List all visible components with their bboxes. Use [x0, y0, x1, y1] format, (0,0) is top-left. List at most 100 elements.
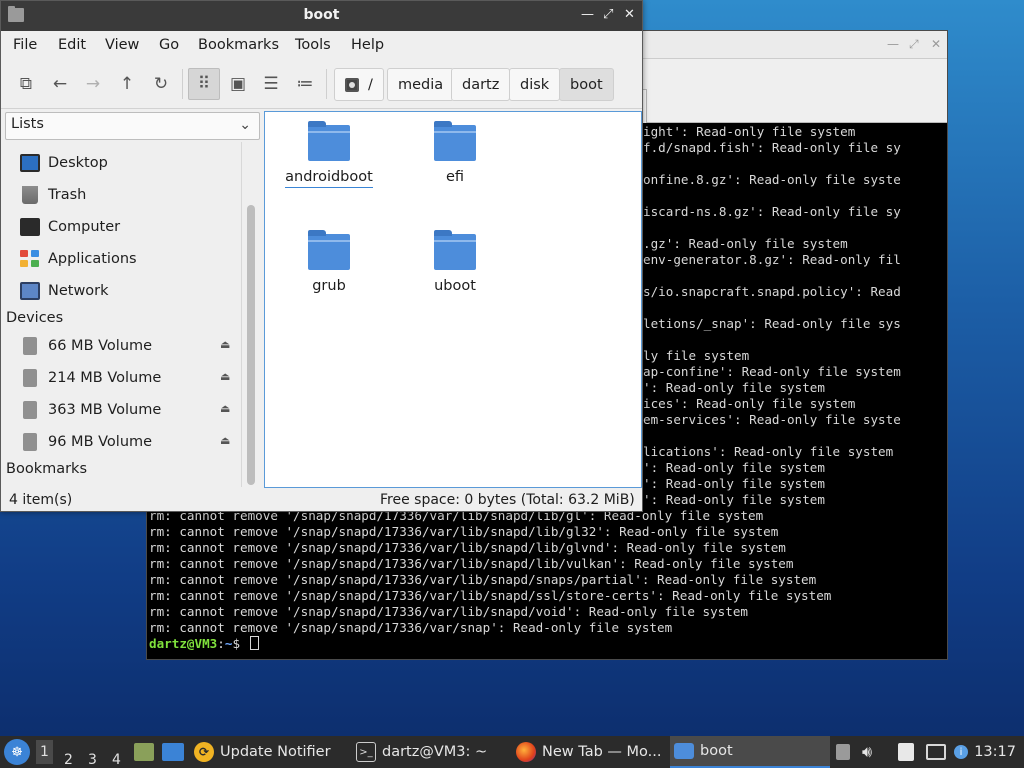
detailed-list-view-icon[interactable]: ≔	[289, 68, 321, 100]
terminal-line: ': Read-only file system	[643, 476, 825, 491]
minimize-icon[interactable]: —	[581, 7, 594, 23]
close-icon[interactable]: ✕	[624, 7, 635, 23]
terminal-line: iscard-ns.8.gz': Read-only file sy	[643, 204, 901, 219]
forward-arrow-icon[interactable]: →	[77, 68, 109, 100]
sidebar-item-trash[interactable]: Trash	[1, 180, 239, 210]
menu-go[interactable]: Go	[159, 37, 179, 53]
sidebar-item-label: Desktop	[48, 155, 108, 171]
file-manager-window[interactable]: boot — ⤢ ✕ File Edit View Go Bookmarks T…	[0, 0, 643, 512]
file-label: efi	[400, 169, 510, 185]
tray-volume[interactable]: 🔊︎	[862, 736, 872, 768]
tray-updates[interactable]	[836, 736, 850, 768]
toolbar-separator	[326, 69, 327, 99]
sidebar-mode-value: Lists	[11, 116, 44, 132]
file-name: grub	[312, 278, 346, 294]
reload-icon[interactable]: ↻	[145, 68, 177, 100]
tray-clipboard[interactable]	[898, 736, 914, 768]
new-tab-icon[interactable]: ⧉	[10, 68, 42, 100]
breadcrumb-root[interactable]: /	[334, 68, 384, 101]
toolbar-separator	[182, 69, 183, 99]
drive-icon	[23, 337, 37, 355]
back-arrow-icon[interactable]: ←	[44, 68, 76, 100]
compact-view-icon[interactable]: ☰	[255, 68, 287, 100]
terminal-line: ly file system	[643, 348, 750, 363]
breadcrumb-media[interactable]: media	[387, 68, 455, 101]
sidebar-item-network[interactable]: Network	[1, 276, 239, 306]
terminal-line: rm: cannot remove '/snap/snapd/17336/var…	[149, 604, 748, 619]
eject-icon[interactable]: ⏏	[220, 370, 230, 383]
workspace-4[interactable]: 4	[112, 744, 121, 768]
eject-icon[interactable]: ⏏	[220, 338, 230, 351]
task-firefox[interactable]: New Tab — Mo...	[512, 736, 669, 768]
menu-bookmarks[interactable]: Bookmarks	[198, 37, 279, 53]
sidebar-item-label: Network	[48, 283, 109, 299]
sidebar-header-devices: Devices	[6, 310, 64, 326]
terminal-cursor	[249, 636, 259, 650]
up-arrow-icon[interactable]: ↑	[111, 68, 143, 100]
clock[interactable]: 13:17	[974, 736, 1016, 768]
task-file-manager[interactable]: boot	[670, 736, 830, 768]
terminal-icon: >_	[356, 742, 376, 762]
eject-icon[interactable]: ⏏	[220, 434, 230, 447]
terminal-line: ices': Read-only file system	[643, 396, 856, 411]
sidebar-item-volume-363mb[interactable]: 363 MB Volume ⏏	[1, 395, 239, 425]
start-menu-button[interactable]: ☸	[4, 739, 30, 765]
eject-icon[interactable]: ⏏	[220, 402, 230, 415]
files-launcher[interactable]	[134, 736, 154, 768]
network-icon	[926, 744, 946, 760]
sidebar-mode-select[interactable]: Lists ⌄	[5, 112, 260, 140]
icon-view-icon[interactable]: ⠿	[188, 68, 220, 100]
sidebar-item-computer[interactable]: Computer	[1, 212, 239, 242]
file-label: uboot	[400, 278, 510, 294]
volume-icon: 🔊︎	[862, 742, 873, 761]
firefox-icon	[516, 742, 536, 762]
breadcrumb-label: boot	[570, 76, 603, 93]
task-terminal[interactable]: >_ dartz@VM3: ~	[352, 736, 495, 768]
breadcrumb-boot[interactable]: boot	[559, 68, 614, 101]
sidebar-item-volume-66mb[interactable]: 66 MB Volume ⏏	[1, 331, 239, 361]
tray-notifications[interactable]: i	[954, 736, 968, 768]
taskbar: ☸ 1 2 3 4 ⟳ Update Notifier >_ dartz@VM3…	[0, 736, 1024, 768]
folder-grub[interactable]: grub	[274, 225, 384, 315]
breadcrumb-disk[interactable]: disk	[509, 68, 561, 101]
breadcrumb-label: dartz	[462, 76, 500, 93]
menu-view[interactable]: View	[105, 37, 139, 53]
sidebar-item-volume-96mb[interactable]: 96 MB Volume ⏏	[1, 427, 239, 457]
terminal-line: .gz': Read-only file system	[643, 236, 848, 251]
folder-efi[interactable]: efi	[400, 116, 510, 206]
free-space: Free space: 0 bytes (Total: 63.2 MiB)	[380, 492, 635, 508]
show-desktop-button[interactable]	[162, 736, 184, 768]
sidebar-item-volume-214mb[interactable]: 214 MB Volume ⏏	[1, 363, 239, 393]
update-notifier-icon: ⟳	[194, 742, 214, 762]
workspace-2[interactable]: 2	[64, 744, 73, 768]
folder-uboot[interactable]: uboot	[400, 225, 510, 315]
prompt-separator: :	[217, 636, 225, 651]
breadcrumb-dartz[interactable]: dartz	[451, 68, 511, 101]
menu-tools[interactable]: Tools	[295, 37, 331, 53]
terminal-line: s/io.snapcraft.snapd.policy': Read	[643, 284, 901, 299]
terminal-line: ': Read-only file system	[643, 492, 825, 507]
minimize-icon[interactable]: —	[887, 37, 899, 51]
sidebar-item-desktop[interactable]: Desktop	[1, 148, 239, 178]
file-label: grub	[274, 278, 384, 294]
thumbnail-view-icon[interactable]: ▣	[222, 68, 254, 100]
show-desktop-icon	[162, 743, 184, 761]
menu-file[interactable]: File	[13, 37, 37, 53]
sidebar-scrollbar[interactable]	[247, 205, 255, 485]
menu-help[interactable]: Help	[351, 37, 384, 53]
workspace-3[interactable]: 3	[88, 744, 97, 768]
workspace-1[interactable]: 1	[36, 740, 53, 764]
file-view[interactable]: androidboot efi grub uboot	[264, 111, 642, 488]
terminal-prompt-line: dartz@VM3:~$	[149, 636, 259, 652]
maximize-icon[interactable]: ⤢	[909, 37, 919, 52]
folder-androidboot[interactable]: androidboot	[274, 116, 384, 206]
maximize-icon[interactable]: ⤢	[603, 7, 613, 23]
tray-network[interactable]	[926, 736, 946, 768]
statusbar: 4 item(s) Free space: 0 bytes (Total: 63…	[1, 489, 642, 511]
sidebar-item-label: Trash	[48, 187, 87, 203]
file-manager-titlebar[interactable]: boot — ⤢ ✕	[1, 1, 642, 31]
sidebar-item-applications[interactable]: Applications	[1, 244, 239, 274]
close-icon[interactable]: ✕	[931, 37, 941, 51]
menu-edit[interactable]: Edit	[58, 37, 86, 53]
task-update-notifier[interactable]: ⟳ Update Notifier	[190, 736, 339, 768]
